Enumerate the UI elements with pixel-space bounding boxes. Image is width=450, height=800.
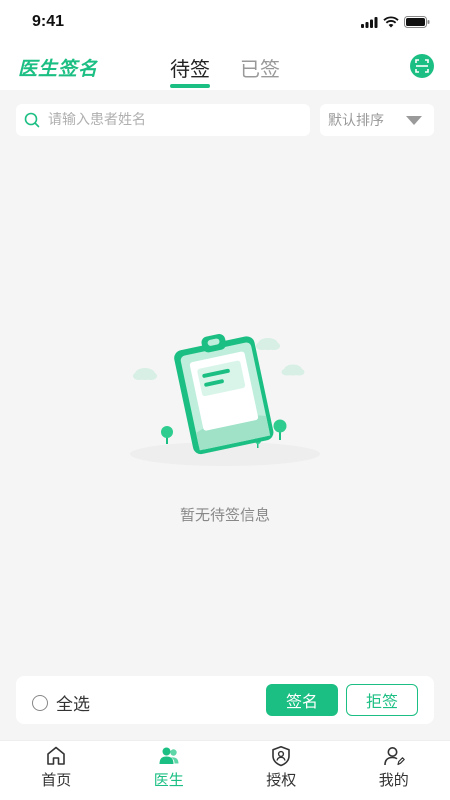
status-time: 9:41: [32, 13, 65, 30]
sort-selected-value: 默认排序: [328, 113, 384, 129]
search-box[interactable]: [16, 104, 310, 136]
doctors-icon: [159, 747, 178, 764]
active-tab-indicator: [170, 84, 210, 88]
caret-down-icon: [406, 116, 422, 125]
home-icon: [47, 746, 65, 765]
wifi-icon: [383, 16, 399, 28]
nav-label-doctors: 医生: [153, 771, 184, 789]
bottom-nav: 首页 医生 授权 我的: [0, 740, 450, 800]
select-all-toggle[interactable]: 全选: [32, 690, 90, 715]
nav-label-profile: 我的: [378, 771, 409, 789]
profile-icon: [383, 747, 405, 766]
sort-dropdown[interactable]: 默认排序: [320, 104, 434, 136]
tab-pending[interactable]: 待签: [170, 53, 210, 82]
nav-item-profile[interactable]: 我的: [338, 741, 450, 800]
nav-item-home[interactable]: 首页: [0, 741, 113, 800]
tab-signed[interactable]: 已签: [240, 53, 280, 82]
status-icons: [361, 15, 430, 29]
nav-item-authorize[interactable]: 授权: [225, 741, 338, 800]
select-all-label: 全选: [56, 695, 90, 715]
empty-clipboard-illustration: [130, 333, 320, 466]
cellular-signal-icon: [361, 16, 378, 28]
status-bar: 9:41: [0, 0, 450, 44]
action-bar: 全选 签名 拒签: [16, 676, 434, 724]
battery-icon: [404, 16, 430, 28]
nav-item-doctors[interactable]: 医生: [113, 741, 226, 800]
select-all-radio[interactable]: [32, 694, 48, 711]
nav-label-authorize: 授权: [266, 771, 297, 789]
search-icon: [24, 112, 40, 128]
search-input[interactable]: [48, 112, 288, 128]
reject-button[interactable]: 拒签: [346, 684, 418, 716]
app-title: 医生签名: [18, 58, 99, 80]
header: 医生签名 待签 已签: [0, 44, 450, 90]
scan-icon: [415, 59, 429, 73]
authorize-icon: [272, 746, 290, 767]
sign-button[interactable]: 签名: [266, 684, 338, 716]
empty-state-message: 暂无待签信息: [179, 506, 270, 524]
nav-label-home: 首页: [41, 771, 72, 789]
scan-button[interactable]: [410, 54, 434, 78]
